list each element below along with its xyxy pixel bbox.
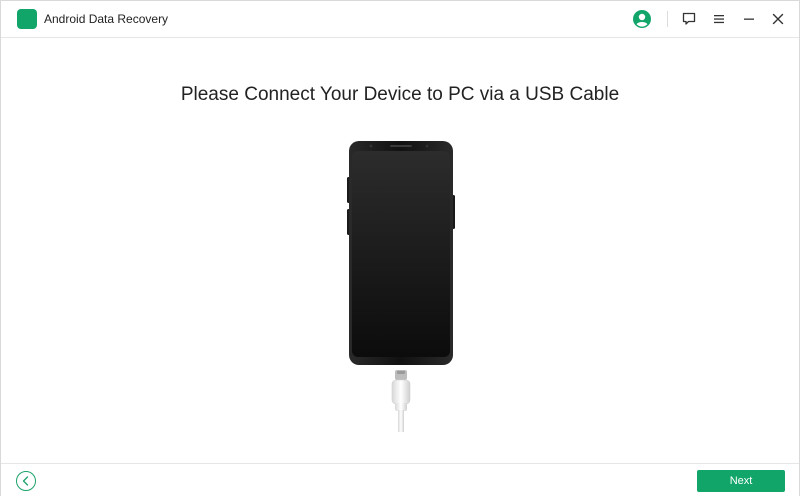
page-title: Please Connect Your Device to PC via a U… [180, 84, 620, 105]
close-icon[interactable] [768, 9, 788, 29]
back-button[interactable] [16, 471, 36, 491]
next-button[interactable]: Next [697, 470, 785, 492]
feedback-icon[interactable] [679, 9, 699, 29]
title-bar: Android Data Recovery [1, 1, 799, 38]
title-bar-separator [667, 11, 668, 27]
menu-icon[interactable] [709, 9, 729, 29]
user-icon[interactable] [632, 9, 652, 29]
phone-usb-illustration [343, 137, 459, 437]
app-window: Android Data Recovery Please Connect You… [0, 0, 800, 496]
app-title: Android Data Recovery [44, 12, 169, 26]
app-logo [17, 9, 37, 29]
minimize-icon[interactable] [739, 9, 759, 29]
chevron-left-icon [22, 476, 29, 486]
bottom-bar: Next [1, 463, 799, 496]
